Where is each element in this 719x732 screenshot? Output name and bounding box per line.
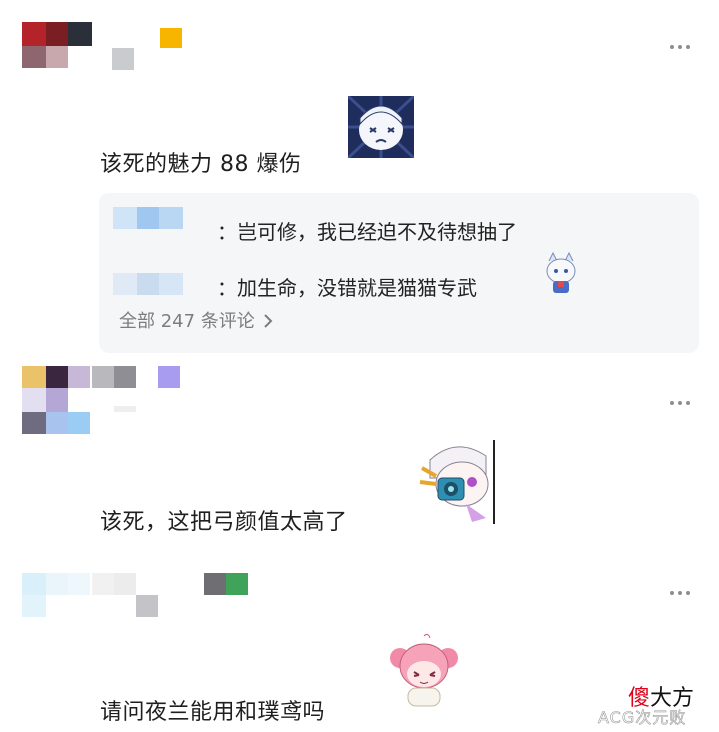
chibi-archer-sticker [419,440,495,524]
comment-text: 该死，这把弓颜值太高了 [100,510,348,535]
reply-username-censored[interactable] [113,273,183,295]
username-censored[interactable] [92,366,184,412]
reply-username-censored[interactable] [113,207,183,229]
more-options-button[interactable] [670,398,698,408]
comment-text: 该死的魅力 88 爆伤 [100,152,302,177]
reply-text: ：岂可修，我已经迫不及待想抽了 [217,220,517,244]
watermark-subtext: ACG次元败 [598,708,687,728]
more-dots-icon [670,591,674,595]
chibi-pink-hair-sticker [390,633,458,707]
chevron-right-icon [263,314,272,328]
chibi-girl-sticker [348,96,414,158]
view-all-label: 全部 247 条评论 [119,311,255,332]
avatar-censored[interactable] [22,22,94,72]
more-options-button[interactable] [670,588,698,598]
chibi-catgirl-sticker [546,251,576,293]
more-dots-icon [670,45,674,49]
avatar-censored[interactable] [22,573,92,619]
avatar-censored[interactable] [22,366,92,436]
username-censored[interactable] [112,28,187,72]
username-censored[interactable] [92,573,256,619]
comment-text: 请问夜兰能用和璞鸢吗 [100,700,326,725]
reply-section: ：岂可修，我已经迫不及待想抽了 ：加生命，没错就是猫猫专武 全部 247 条评论 [99,193,699,353]
reply-text: ：加生命，没错就是猫猫专武 [217,276,477,300]
view-all-replies-link[interactable]: 全部 247 条评论 [119,307,273,333]
more-options-button[interactable] [670,42,698,52]
more-dots-icon [670,401,674,405]
